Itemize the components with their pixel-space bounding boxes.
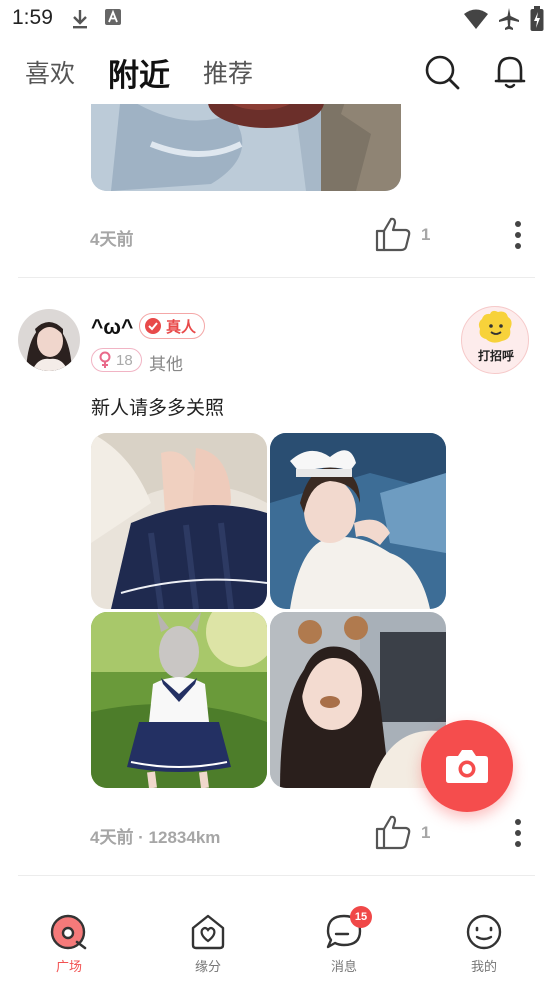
verified-label: 真人: [166, 317, 197, 336]
female-icon: [99, 351, 111, 368]
avatar[interactable]: [18, 309, 80, 371]
airplane-mode-icon: [498, 7, 520, 35]
top-header: 喜欢 附近 推荐: [0, 40, 553, 104]
download-icon: [70, 8, 90, 34]
post-text: 新人请多多关照: [91, 397, 225, 419]
nav-plaza[interactable]: 广场: [29, 912, 109, 975]
battery-charging-icon: [530, 6, 544, 36]
username[interactable]: ^ω^: [91, 316, 133, 340]
nav-fate[interactable]: 缘分: [168, 912, 248, 975]
search-icon[interactable]: [422, 52, 462, 92]
tab-recommended[interactable]: 推荐: [203, 54, 253, 90]
thumbs-up-icon[interactable]: [374, 215, 412, 257]
age: 18: [116, 351, 133, 369]
nav-plaza-label: 广场: [55, 960, 82, 975]
like-count: 1: [421, 225, 431, 244]
tab-nearby[interactable]: 附近: [108, 50, 170, 95]
plaza-icon: [50, 914, 87, 950]
post-divider: [18, 875, 535, 876]
bell-icon[interactable]: [490, 52, 530, 92]
post-photo[interactable]: [91, 433, 267, 609]
more-options-icon[interactable]: [508, 218, 528, 252]
user-tag: 其他: [149, 355, 183, 375]
nav-mine[interactable]: 我的: [444, 912, 524, 975]
camera-post-button[interactable]: [421, 720, 513, 812]
nav-fate-label: 缘分: [194, 960, 221, 975]
like-count: 1: [421, 823, 431, 842]
status-bar: 1:59: [0, 0, 553, 40]
bottom-nav: 广场 缘分 15 消息 我的: [0, 894, 553, 984]
greet-label: 打招呼: [477, 349, 514, 363]
fate-icon: [191, 914, 225, 950]
nav-mine-label: 我的: [470, 960, 497, 975]
smile-face-icon: [478, 310, 512, 343]
post-photo[interactable]: [91, 104, 401, 191]
wifi-icon: [463, 8, 489, 34]
post-time-distance: 4天前 · 12834km: [90, 828, 221, 847]
more-options-icon[interactable]: [508, 816, 528, 850]
post-photo[interactable]: [91, 612, 267, 788]
font-icon: [104, 8, 122, 30]
profile-face-icon: [466, 914, 502, 950]
gender-age-badge: 18: [91, 348, 142, 372]
nav-messages-label: 消息: [330, 960, 357, 975]
tab-likes[interactable]: 喜欢: [25, 54, 75, 90]
thumbs-up-icon[interactable]: [374, 813, 412, 855]
post-time: 4天前: [90, 230, 134, 249]
greet-button[interactable]: 打招呼: [461, 306, 529, 374]
verified-badge: 真人: [139, 313, 206, 339]
post-photo[interactable]: [270, 433, 446, 609]
camera-icon: [446, 750, 488, 783]
unread-badge: 15: [350, 906, 372, 928]
nav-messages[interactable]: 15 消息: [304, 906, 384, 975]
post-photo[interactable]: [270, 612, 446, 788]
post-divider: [18, 277, 535, 278]
status-time: 1:59: [12, 6, 53, 29]
verified-check-icon: [145, 318, 161, 334]
